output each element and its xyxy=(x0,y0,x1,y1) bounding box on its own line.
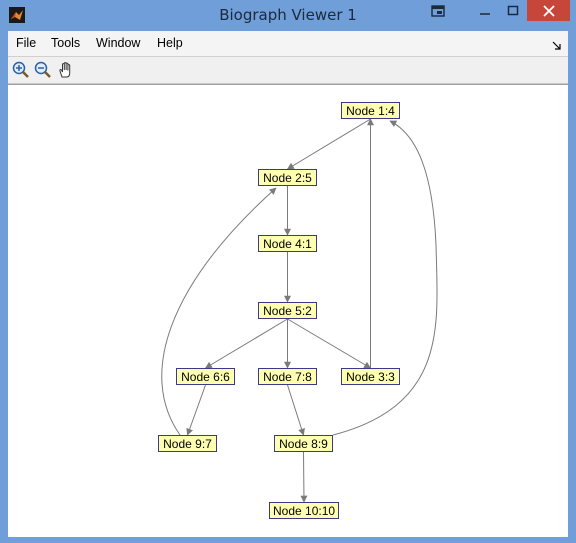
graph-node[interactable]: Node 4:1 xyxy=(258,235,317,252)
menu-bar: File Tools Window Help xyxy=(8,31,568,57)
menu-dock-arrow-icon[interactable] xyxy=(552,36,562,50)
pan-hand-icon[interactable] xyxy=(56,60,76,80)
graph-edge xyxy=(287,318,372,369)
menu-file[interactable]: File xyxy=(16,36,36,50)
menu-tools[interactable]: Tools xyxy=(51,36,80,50)
graph-node[interactable]: Node 9:7 xyxy=(158,435,217,452)
close-button[interactable] xyxy=(527,0,570,21)
graph-edge xyxy=(332,120,438,436)
graph-edge xyxy=(204,318,288,369)
maximize-button[interactable] xyxy=(499,0,527,22)
graph-canvas[interactable]: Node 1:4 Node 2:5 Node 4:1 Node 5:2 Node 6:6… xyxy=(8,84,568,537)
graph-edge xyxy=(300,451,308,503)
graph-edge xyxy=(186,384,206,436)
graph-node[interactable]: Node 2:5 xyxy=(258,169,317,186)
graph-node[interactable]: Node 1:4 xyxy=(341,102,400,119)
graph-edge xyxy=(286,118,371,170)
graph-node[interactable]: Node 7:8 xyxy=(258,368,317,385)
zoom-out-icon[interactable] xyxy=(33,60,53,80)
biograph-viewer-window: Biograph Viewer 1 File Tools Window Help xyxy=(0,0,576,543)
dock-icon[interactable] xyxy=(426,0,450,22)
graph-node[interactable]: Node 10:10 xyxy=(269,502,339,519)
graph-node[interactable]: Node 3:3 xyxy=(341,368,400,385)
graph-edge xyxy=(287,384,305,436)
menu-help[interactable]: Help xyxy=(157,36,183,50)
toolbar xyxy=(8,57,568,84)
title-bar[interactable]: Biograph Viewer 1 xyxy=(0,0,576,31)
graph-node[interactable]: Node 5:2 xyxy=(258,302,317,319)
graph-node[interactable]: Node 8:9 xyxy=(274,435,333,452)
graph-node[interactable]: Node 6:6 xyxy=(176,368,235,385)
zoom-in-icon[interactable] xyxy=(11,60,31,80)
menu-window[interactable]: Window xyxy=(96,36,140,50)
minimize-button[interactable] xyxy=(470,0,500,22)
